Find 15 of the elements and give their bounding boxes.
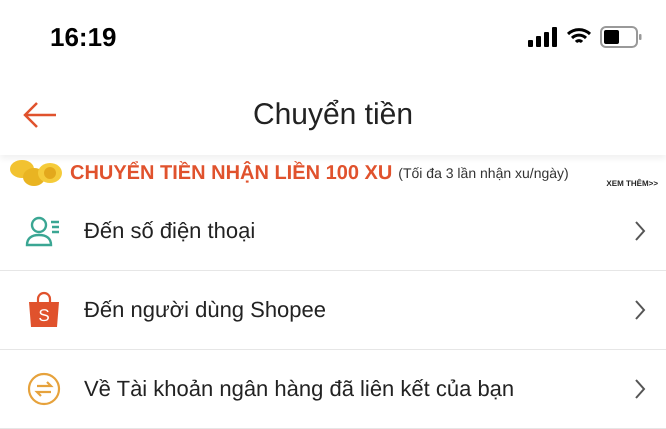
transfer-option[interactable]: Về Tài khoản ngân hàng đã liên kết của bạn: [0, 350, 666, 429]
exchange-icon: [27, 372, 61, 406]
promo-note: (Tối đa 3 lần nhận xu/ngày): [398, 165, 569, 182]
chevron-right-icon: [634, 378, 646, 400]
battery-icon: [600, 26, 642, 48]
see-more-link[interactable]: XEM THÊM>>: [606, 179, 658, 188]
transfer-option[interactable]: Đến số điện thoại: [0, 192, 666, 271]
transfer-option[interactable]: S Đến người dùng Shopee: [0, 271, 666, 350]
promo-headline: CHUYỂN TIỀN NHẬN LIỀN 100 XU: [70, 162, 392, 185]
page-title: Chuyển tiền: [252, 98, 414, 132]
back-button[interactable]: [22, 100, 58, 130]
chevron-right-icon: [634, 299, 646, 321]
signal-icon: [528, 27, 558, 48]
chevron-right-icon: [634, 220, 646, 242]
status-time: 16:19: [50, 22, 116, 53]
